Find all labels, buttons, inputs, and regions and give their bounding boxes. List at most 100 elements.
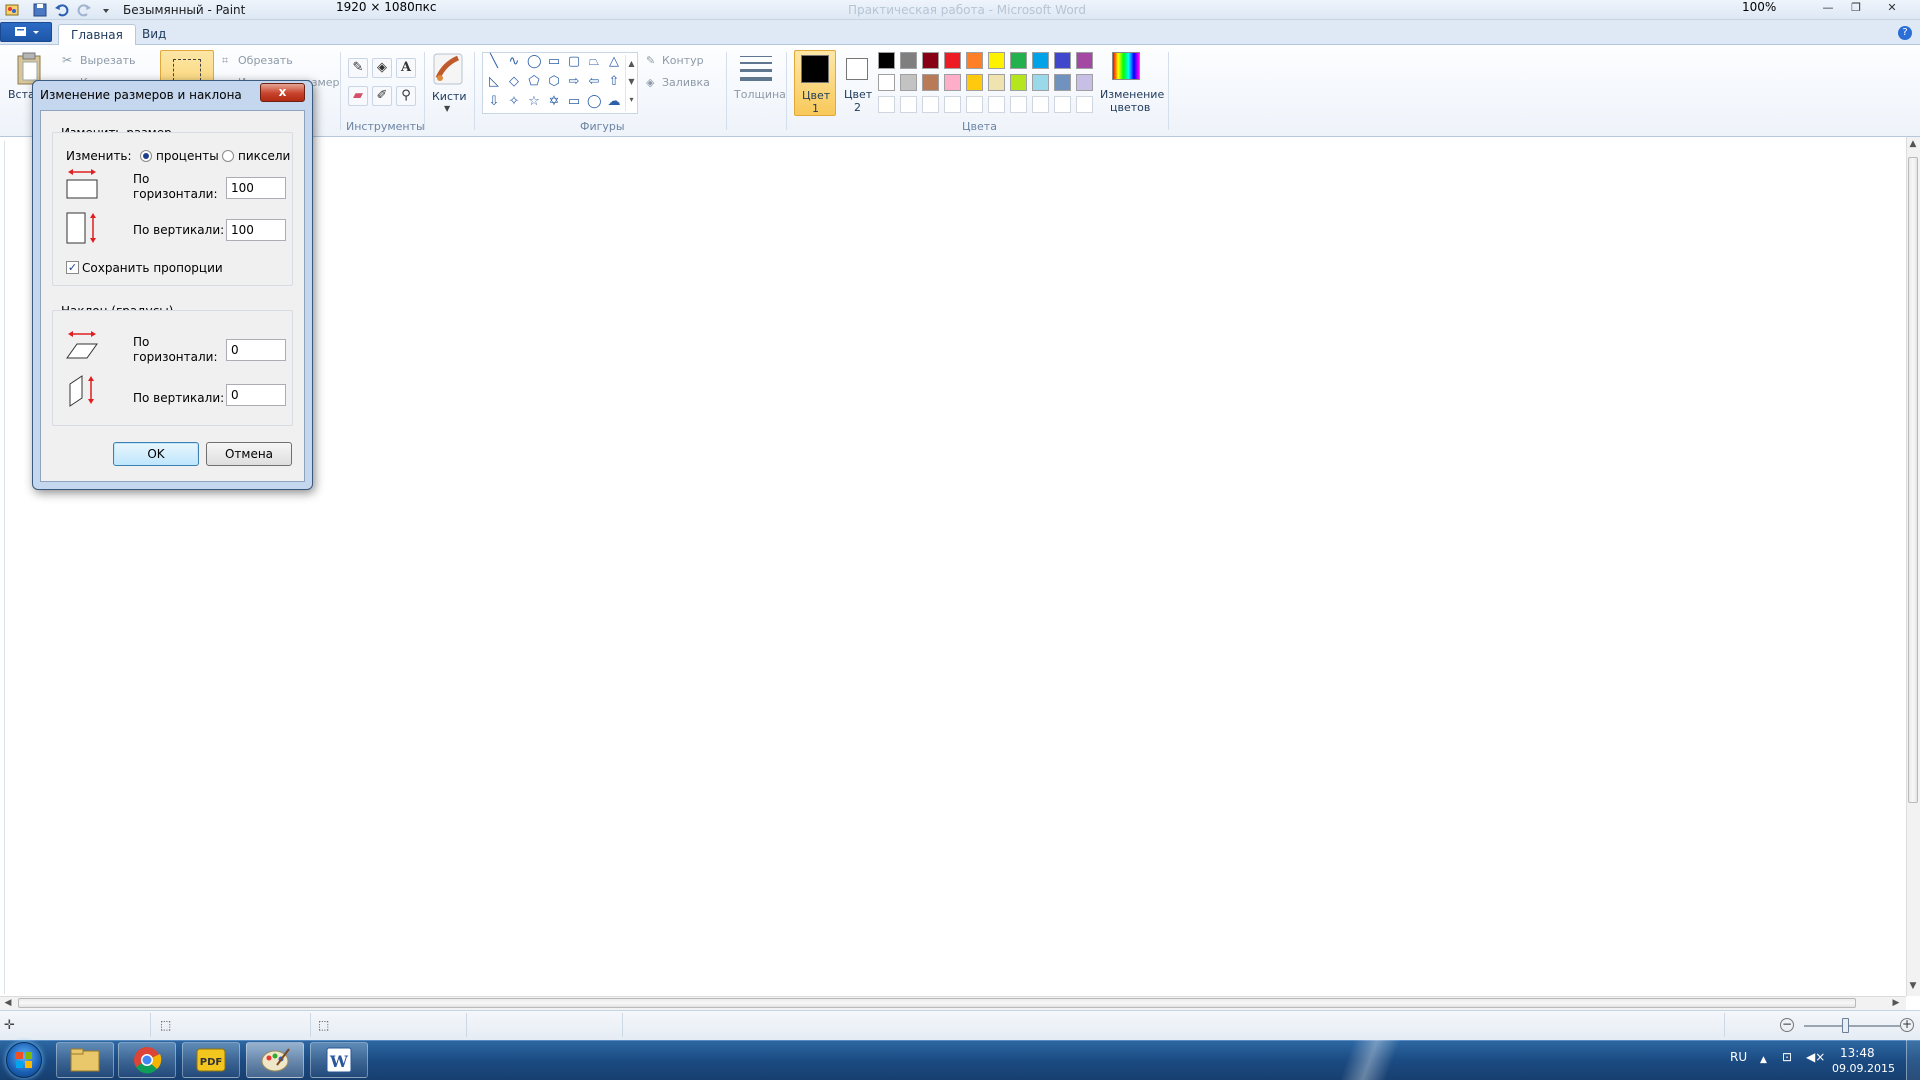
zoom-slider-thumb[interactable] bbox=[1842, 1018, 1849, 1033]
color-swatch[interactable] bbox=[988, 52, 1005, 69]
clock-date[interactable]: 09.09.2015 bbox=[1832, 1062, 1895, 1075]
color-swatch[interactable] bbox=[1054, 52, 1071, 69]
eraser-icon[interactable]: ▰ bbox=[348, 86, 368, 106]
zoom-out-button[interactable]: − bbox=[1780, 1018, 1794, 1032]
color-swatch[interactable] bbox=[1076, 52, 1093, 69]
color-swatch[interactable] bbox=[966, 74, 983, 91]
paste-button-label[interactable]: Вста bbox=[8, 88, 35, 101]
percent-radio[interactable] bbox=[140, 150, 152, 162]
color-swatch[interactable] bbox=[944, 74, 961, 91]
customize-toolbar-icon[interactable] bbox=[98, 2, 114, 18]
language-indicator[interactable]: RU bbox=[1730, 1050, 1747, 1064]
restore-button[interactable]: ❐ bbox=[1842, 0, 1870, 17]
volume-icon[interactable]: ◀× bbox=[1806, 1050, 1825, 1064]
zoom-in-button[interactable]: + bbox=[1900, 1018, 1914, 1032]
custom-color-slot[interactable] bbox=[1032, 96, 1049, 113]
color-swatch[interactable] bbox=[1010, 52, 1027, 69]
color-swatch[interactable] bbox=[922, 74, 939, 91]
taskbar-chrome[interactable] bbox=[118, 1042, 176, 1078]
cut-button[interactable]: Вырезать bbox=[80, 54, 135, 67]
custom-color-slot[interactable] bbox=[966, 96, 983, 113]
save-icon[interactable] bbox=[32, 2, 48, 18]
keep-ratio-checkbox[interactable]: ✓ bbox=[66, 261, 79, 274]
edit-colors-label-line2[interactable]: цветов bbox=[1110, 101, 1150, 114]
network-icon[interactable]: ⊡ bbox=[1782, 1050, 1792, 1064]
taskbar-word[interactable]: W bbox=[310, 1042, 368, 1078]
left-arrow-shape-icon[interactable]: ⇦ bbox=[587, 75, 601, 89]
show-desktop-button[interactable] bbox=[1906, 1040, 1920, 1080]
triangle-shape-icon[interactable]: △ bbox=[607, 55, 621, 69]
minimize-button[interactable]: — bbox=[1814, 0, 1842, 17]
custom-color-slot[interactable] bbox=[900, 96, 917, 113]
curve-shape-icon[interactable]: ∿ bbox=[507, 55, 521, 69]
color-swatch[interactable] bbox=[878, 52, 895, 69]
magnifier-icon[interactable]: ⚲ bbox=[396, 86, 416, 106]
skew-vertical-input[interactable] bbox=[226, 384, 286, 406]
taskbar-pdf-reader[interactable]: PDF bbox=[182, 1042, 240, 1078]
oval-shape-icon[interactable]: ◯ bbox=[527, 55, 542, 69]
resize-vertical-input[interactable] bbox=[226, 219, 286, 241]
scroll-left-icon[interactable]: ◀ bbox=[2, 998, 14, 1008]
crop-button[interactable]: Обрезать bbox=[238, 54, 293, 67]
cloud-callout-shape-icon[interactable]: ☁ bbox=[607, 95, 621, 109]
dialog-close-button[interactable]: x bbox=[260, 83, 305, 102]
shapes-gallery[interactable]: ╲ ∿ ◯ ▭ ▢ ⏢ △ ◺ ◇ ⬠ ⬡ ⇨ ⇦ ⇧ ⇩ ✧ ☆ ✡ ▭ ◯ … bbox=[482, 52, 638, 114]
clock-time[interactable]: 13:48 bbox=[1840, 1046, 1875, 1060]
percent-option-label[interactable]: проценты bbox=[156, 149, 219, 163]
color-picker-icon[interactable]: ✐ bbox=[372, 86, 392, 106]
color-swatch[interactable] bbox=[1032, 74, 1049, 91]
vertical-scroll-thumb[interactable] bbox=[1908, 157, 1918, 803]
taskbar-paint[interactable] bbox=[246, 1042, 304, 1078]
custom-color-slot[interactable] bbox=[1054, 96, 1071, 113]
close-window-button[interactable]: ✕ bbox=[1872, 0, 1912, 17]
paint-menu-button[interactable] bbox=[0, 22, 52, 42]
resize-horizontal-input[interactable] bbox=[226, 177, 286, 199]
custom-color-slot[interactable] bbox=[944, 96, 961, 113]
tab-view[interactable]: Вид bbox=[130, 24, 178, 46]
pentagon-shape-icon[interactable]: ⬠ bbox=[527, 75, 541, 89]
color-swatch[interactable] bbox=[966, 52, 983, 69]
outline-dropdown[interactable]: Контур bbox=[662, 54, 704, 67]
scroll-down-icon[interactable]: ▼ bbox=[1907, 981, 1919, 991]
color-swatch[interactable] bbox=[944, 52, 961, 69]
color-swatch[interactable] bbox=[1076, 74, 1093, 91]
down-arrow-shape-icon[interactable]: ⇩ bbox=[487, 95, 501, 109]
skew-horizontal-input[interactable] bbox=[226, 339, 286, 361]
up-arrow-shape-icon[interactable]: ⇧ bbox=[607, 75, 621, 89]
start-button[interactable] bbox=[6, 1042, 42, 1078]
five-point-star-shape-icon[interactable]: ☆ bbox=[527, 95, 541, 109]
color-swatch[interactable] bbox=[900, 74, 917, 91]
color-swatch[interactable] bbox=[900, 52, 917, 69]
color-swatch[interactable] bbox=[878, 74, 895, 91]
cancel-button[interactable]: Отмена bbox=[206, 442, 292, 466]
undo-icon[interactable] bbox=[54, 2, 70, 18]
six-point-star-shape-icon[interactable]: ✡ bbox=[547, 95, 561, 109]
custom-color-slot[interactable] bbox=[922, 96, 939, 113]
custom-color-slot[interactable] bbox=[988, 96, 1005, 113]
brushes-button[interactable]: Кисти ▼ bbox=[430, 50, 467, 113]
pencil-icon[interactable]: ✎ bbox=[348, 58, 368, 78]
color-swatch[interactable] bbox=[1054, 74, 1071, 91]
right-arrow-shape-icon[interactable]: ⇨ bbox=[567, 75, 581, 89]
show-hidden-icons-icon[interactable]: ▲ bbox=[1760, 1055, 1767, 1065]
color-swatch[interactable] bbox=[922, 52, 939, 69]
horizontal-scroll-thumb[interactable] bbox=[18, 998, 1856, 1008]
tab-home[interactable]: Главная bbox=[58, 24, 136, 46]
color1-button[interactable]: Цвет 1 bbox=[794, 50, 836, 116]
scroll-right-icon[interactable]: ▶ bbox=[1890, 998, 1902, 1008]
four-point-star-shape-icon[interactable]: ✧ bbox=[507, 95, 521, 109]
color2-button[interactable]: Цвет 2 bbox=[840, 50, 876, 116]
custom-color-slot[interactable] bbox=[878, 96, 895, 113]
shapes-scroll[interactable]: ▲ ▼ ▾ bbox=[625, 55, 637, 111]
ok-button[interactable]: OK bbox=[113, 442, 199, 466]
help-icon[interactable]: ? bbox=[1898, 26, 1912, 40]
taskbar-explorer[interactable] bbox=[56, 1042, 114, 1078]
thickness-button[interactable]: Толщина bbox=[734, 52, 786, 112]
text-tool-icon[interactable]: A bbox=[396, 58, 416, 78]
line-shape-icon[interactable]: ╲ bbox=[487, 55, 501, 69]
fill-dropdown[interactable]: Заливка bbox=[662, 76, 710, 89]
hexagon-shape-icon[interactable]: ⬡ bbox=[547, 75, 561, 89]
pixels-radio[interactable] bbox=[222, 150, 234, 162]
paint-app-icon[interactable] bbox=[4, 2, 20, 18]
redo-icon[interactable] bbox=[76, 2, 92, 18]
